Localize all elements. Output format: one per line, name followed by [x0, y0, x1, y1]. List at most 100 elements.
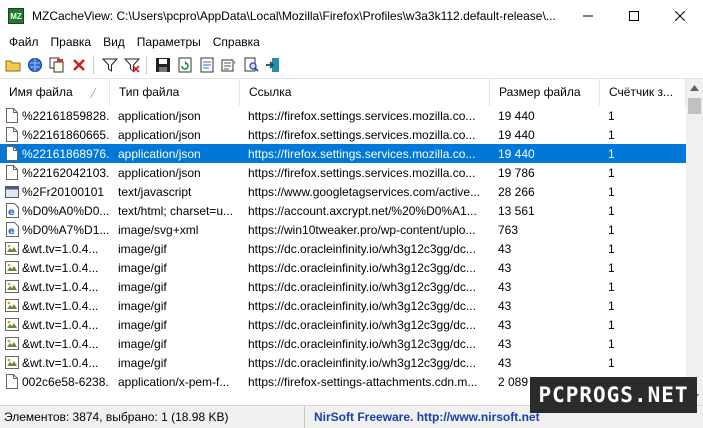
- cell-fetch-count: 1: [608, 127, 615, 142]
- menu-edit[interactable]: Правка: [45, 35, 98, 49]
- table-row[interactable]: &wt.tv=1.0.4... image/gif https://dc.oracl…: [0, 353, 686, 372]
- column-header-url[interactable]: Ссылка: [240, 79, 490, 106]
- page-file-icon: [5, 127, 19, 143]
- page-file-icon: [5, 374, 19, 390]
- properties-icon[interactable]: [220, 56, 238, 74]
- cell-url: https://dc.oracleinfinity.io/wh3g12c3gg/…: [248, 355, 476, 370]
- table-row[interactable]: &wt.tv=1.0.4... image/gif https://dc.oracl…: [0, 315, 686, 334]
- cell-filetype: application/json: [118, 108, 201, 123]
- cell-filename: &wt.tv=1.0.4...: [0, 317, 110, 333]
- app-icon: MZ: [8, 8, 24, 24]
- table-row[interactable]: %22161868976... application/json https://f…: [0, 144, 686, 163]
- find-icon[interactable]: [242, 56, 260, 74]
- cell-filename: e %D0%A0%D0...: [0, 203, 110, 219]
- exit-icon[interactable]: [264, 56, 282, 74]
- html-file-icon: e: [5, 203, 19, 219]
- scroll-up-arrow-icon[interactable]: [686, 79, 703, 96]
- cell-filesize: 43: [498, 260, 512, 275]
- table-row[interactable]: e %D0%A7%D1... image/svg+xml https://win10t…: [0, 220, 686, 239]
- table-row[interactable]: &wt.tv=1.0.4... image/gif https://dc.oracl…: [0, 277, 686, 296]
- image-file-icon: [5, 355, 19, 371]
- filename-text: %22161868976...: [22, 146, 110, 161]
- cell-filename: &wt.tv=1.0.4...: [0, 336, 110, 352]
- status-item-count: Элементов: 3874, выбрано: 1 (18.98 KB): [0, 406, 305, 428]
- cell-filename: &wt.tv=1.0.4...: [0, 260, 110, 276]
- cell-filetype: image/gif: [118, 279, 167, 294]
- globe-icon[interactable]: [26, 56, 44, 74]
- scrollbar-thumb[interactable]: [688, 98, 701, 114]
- filename-text: &wt.tv=1.0.4...: [22, 355, 99, 370]
- menu-options[interactable]: Параметры: [131, 35, 207, 49]
- cache-list[interactable]: Имя файла ╱ Тип файла Ссылка Размер файла…: [0, 79, 703, 405]
- cell-filetype: application/x-pem-f...: [118, 374, 230, 389]
- cell-url: https://www.googletagservices.com/active…: [248, 184, 481, 199]
- minimize-icon: [583, 15, 593, 17]
- cell-url: https://win10tweaker.pro/wp-content/uplo…: [248, 222, 476, 237]
- menu-file[interactable]: Файл: [0, 35, 45, 49]
- cell-filesize: 43: [498, 355, 512, 370]
- cell-filesize: 19 440: [498, 146, 535, 161]
- cell-url: https://firefox.settings.services.mozill…: [248, 108, 476, 123]
- filename-text: &wt.tv=1.0.4...: [22, 317, 99, 332]
- filename-text: 002c6e58-6238...: [22, 374, 110, 389]
- table-row[interactable]: %22161859828... application/json https://f…: [0, 106, 686, 125]
- filename-text: &wt.tv=1.0.4...: [22, 298, 99, 313]
- cell-filename: %22161868976...: [0, 146, 110, 162]
- table-row[interactable]: &wt.tv=1.0.4... image/gif https://dc.oracl…: [0, 296, 686, 315]
- cell-filename: %22161860665...: [0, 127, 110, 143]
- refresh-icon[interactable]: [176, 56, 194, 74]
- cell-filesize: 43: [498, 279, 512, 294]
- cell-filetype: application/json: [118, 146, 201, 161]
- cell-fetch-count: 1: [608, 165, 615, 180]
- cell-url: https://dc.oracleinfinity.io/wh3g12c3gg/…: [248, 279, 476, 294]
- table-row[interactable]: e %D0%A0%D0... text/html; charset=u... http…: [0, 201, 686, 220]
- vertical-scrollbar[interactable]: [686, 79, 703, 405]
- filename-text: %D0%A0%D0...: [22, 203, 110, 218]
- image-file-icon: [5, 279, 19, 295]
- table-row[interactable]: &wt.tv=1.0.4... image/gif https://dc.oracl…: [0, 334, 686, 353]
- cell-url: https://firefox.settings.services.mozill…: [248, 146, 476, 161]
- save-icon[interactable]: [154, 56, 172, 74]
- cell-url: https://dc.oracleinfinity.io/wh3g12c3gg/…: [248, 260, 476, 275]
- close-button[interactable]: [657, 0, 703, 32]
- table-row[interactable]: %2Fr20100101 text/javascript https://www.g…: [0, 182, 686, 201]
- cell-url: https://dc.oracleinfinity.io/wh3g12c3gg/…: [248, 241, 476, 256]
- nirsoft-link[interactable]: NirSoft Freeware. http://www.nirsoft.net: [305, 406, 540, 428]
- list-rows: %22161859828... application/json https://f…: [0, 106, 686, 391]
- table-row[interactable]: &wt.tv=1.0.4... image/gif https://dc.oracl…: [0, 239, 686, 258]
- column-header-filesize[interactable]: Размер файла: [490, 79, 600, 106]
- filename-text: &wt.tv=1.0.4...: [22, 279, 99, 294]
- filename-text: %2Fr20100101: [22, 184, 105, 199]
- cell-filename: %22161859828...: [0, 108, 110, 124]
- html-report-icon[interactable]: [198, 56, 216, 74]
- image-file-icon: [5, 241, 19, 257]
- maximize-icon: [629, 11, 639, 21]
- cell-filesize: 19 786: [498, 165, 535, 180]
- menu-view[interactable]: Вид: [97, 35, 131, 49]
- table-row[interactable]: %22162042103... application/json https://f…: [0, 163, 686, 182]
- cell-filename: %22162042103...: [0, 165, 110, 181]
- html-file-icon: e: [5, 222, 19, 238]
- copy-icon[interactable]: [48, 56, 66, 74]
- toolbar: [0, 52, 703, 79]
- maximize-button[interactable]: [611, 0, 657, 32]
- column-header-filename[interactable]: Имя файла ╱: [0, 79, 110, 106]
- cell-fetch-count: 1: [608, 355, 615, 370]
- cell-filesize: 43: [498, 241, 512, 256]
- filter-icon[interactable]: [101, 56, 119, 74]
- cell-filesize: 13 561: [498, 203, 535, 218]
- column-header-filetype[interactable]: Тип файла: [110, 79, 240, 106]
- column-header-fetch-count[interactable]: Счётчик з...: [600, 79, 686, 106]
- minimize-button[interactable]: [565, 0, 611, 32]
- table-row[interactable]: &wt.tv=1.0.4... image/gif https://dc.oracl…: [0, 258, 686, 277]
- table-row[interactable]: %22161860665... application/json https://f…: [0, 125, 686, 144]
- page-file-icon: [5, 146, 19, 162]
- window-controls: [565, 0, 703, 32]
- filter-clear-icon[interactable]: [123, 56, 141, 74]
- image-file-icon: [5, 260, 19, 276]
- svg-text:e: e: [8, 226, 15, 237]
- menu-help[interactable]: Справка: [207, 35, 266, 49]
- cell-fetch-count: 1: [608, 184, 615, 199]
- open-folder-icon[interactable]: [4, 56, 22, 74]
- delete-icon[interactable]: [70, 56, 88, 74]
